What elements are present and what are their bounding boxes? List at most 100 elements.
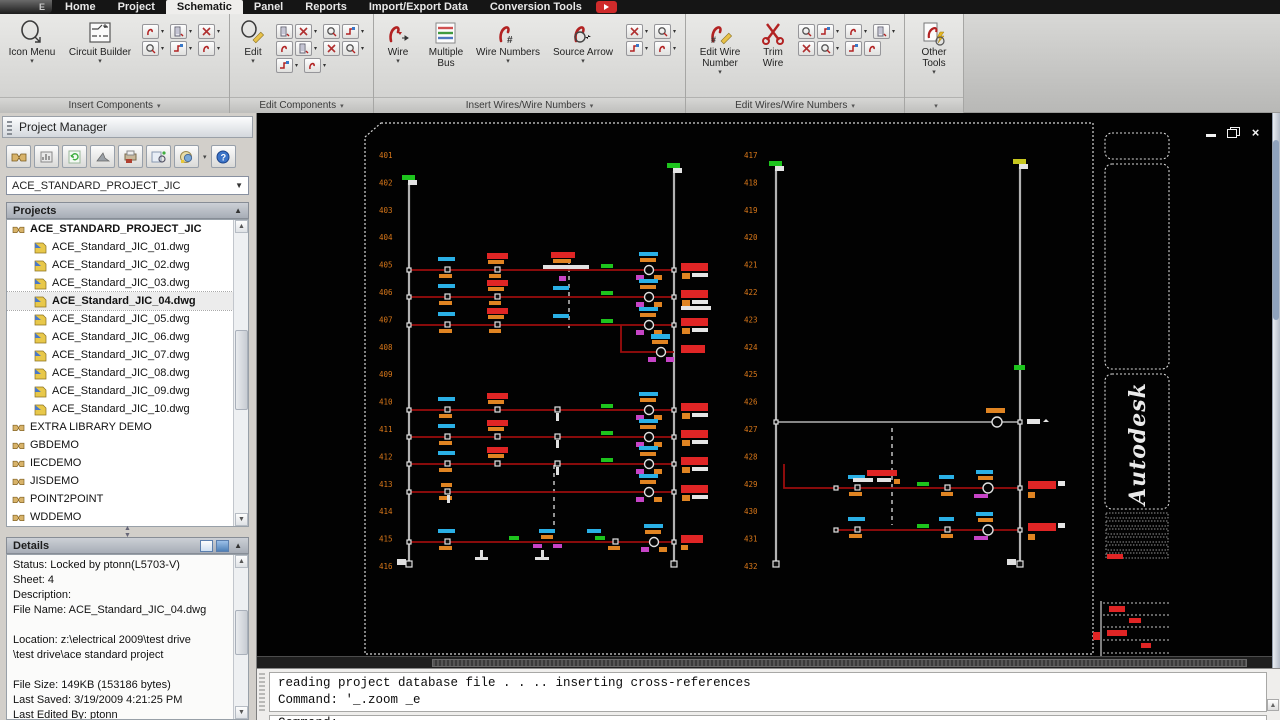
ribbon-group-label[interactable]: Edit Components ▾ (230, 97, 373, 113)
small-tool-button[interactable] (198, 24, 215, 39)
small-tool-button[interactable] (626, 24, 643, 39)
command-history[interactable]: reading project database file . . .. ins… (269, 672, 1267, 712)
details-preview-icon[interactable] (216, 539, 230, 552)
small-tool-button[interactable] (873, 24, 890, 39)
chevron-down-icon[interactable]: ▾ (189, 28, 196, 35)
ribbon-group-label[interactable]: Edit Wires/Wire Numbers ▾ (686, 97, 904, 113)
tree-scrollbar[interactable]: ▲ ▼ (233, 220, 248, 526)
chevron-down-icon[interactable]: ▾ (645, 28, 652, 35)
chevron-down-icon[interactable]: ▾ (203, 153, 207, 161)
collapse-arrow-icon[interactable]: ▲ (234, 206, 242, 215)
scrollbar-thumb[interactable] (1273, 140, 1279, 320)
tree-item-project[interactable]: EXTRA LIBRARY DEMO (7, 418, 233, 436)
trim-wire-button[interactable]: Trim Wire (751, 16, 795, 96)
project-button[interactable] (6, 145, 31, 168)
small-tool-button[interactable] (170, 24, 187, 39)
chevron-down-icon[interactable]: ▾ (673, 28, 680, 35)
small-tool-button[interactable] (864, 41, 881, 56)
chevron-down-icon[interactable]: ▾ (161, 28, 168, 35)
panel-splitter[interactable]: ▲ ▼ (6, 525, 249, 539)
details-section-header[interactable]: Details ▲ (6, 537, 249, 554)
command-input[interactable]: Command: (269, 715, 1267, 720)
scroll-up-icon[interactable]: ▲ (235, 220, 248, 233)
minimize-icon[interactable] (1205, 127, 1218, 138)
chevron-down-icon[interactable]: ▾ (864, 28, 871, 35)
tree-item-drawing[interactable]: ACE_Standard_JIC_02.dwg (7, 256, 233, 274)
chevron-down-icon[interactable]: ▾ (295, 62, 302, 69)
small-tool-button[interactable] (304, 58, 321, 73)
tab-import-export-data[interactable]: Import/Export Data (358, 0, 479, 14)
tree-item-project-root[interactable]: ACE_STANDARD_PROJECT_JIC (7, 220, 233, 238)
chevron-down-icon[interactable]: ▾ (673, 45, 680, 52)
tab-reports[interactable]: Reports (294, 0, 358, 14)
other-tools-button[interactable]: Other Tools ▾ (908, 16, 960, 96)
tab-home[interactable]: Home (54, 0, 107, 14)
ribbon-group-label[interactable]: Insert Components ▾ (0, 97, 229, 113)
tree-item-drawing[interactable]: ACE_Standard_JIC_03.dwg (7, 274, 233, 292)
chevron-down-icon[interactable]: ▾ (314, 45, 321, 52)
edit-button[interactable]: Edit ▾ (233, 16, 273, 96)
application-menu-button[interactable]: E (0, 0, 52, 14)
restore-icon[interactable] (1227, 127, 1240, 138)
source-arrow-button[interactable]: Source Arrow ▾ (543, 16, 623, 96)
scroll-down-icon[interactable]: ▼ (235, 706, 248, 719)
small-tool-button[interactable] (817, 24, 834, 39)
small-tool-button[interactable] (654, 24, 671, 39)
tab-conversion-tools[interactable]: Conversion Tools (479, 0, 593, 14)
edit-wire-number-button[interactable]: # Edit Wire Number ▾ (689, 16, 751, 96)
chevron-down-icon[interactable]: ▾ (161, 45, 168, 52)
tab-project[interactable]: Project (107, 0, 166, 14)
publish-button[interactable] (174, 145, 199, 168)
close-icon[interactable]: × (1249, 126, 1262, 139)
plot-button[interactable] (118, 145, 143, 168)
small-tool-button[interactable] (342, 24, 359, 39)
tree-item-project[interactable]: POINT2POINT (7, 490, 233, 508)
refresh-button[interactable] (62, 145, 87, 168)
tree-item-drawing[interactable]: ACE_Standard_JIC_08.dwg (7, 364, 233, 382)
small-tool-button[interactable] (323, 24, 340, 39)
projects-section-header[interactable]: Projects ▲ (6, 202, 249, 219)
small-tool-button[interactable] (626, 41, 643, 56)
chevron-down-icon[interactable]: ▾ (361, 28, 368, 35)
tree-item-drawing[interactable]: ACE_Standard_JIC_04.dwg (7, 291, 234, 311)
scrollbar-thumb[interactable] (235, 610, 248, 655)
chevron-down-icon[interactable]: ▾ (314, 28, 321, 35)
icon-menu-button[interactable]: Icon Menu ▾ (3, 16, 61, 96)
tree-item-drawing[interactable]: ACE_Standard_JIC_09.dwg (7, 382, 233, 400)
ribbon-group-label[interactable]: Insert Wires/Wire Numbers ▾ (374, 97, 685, 113)
small-tool-button[interactable] (798, 24, 815, 39)
small-tool-button[interactable] (276, 58, 293, 73)
chevron-down-icon[interactable]: ▾ (217, 45, 224, 52)
chevron-down-icon[interactable]: ▾ (836, 45, 843, 52)
drawing-canvas[interactable]: Autodesk 401 402 403 404 405 406 407 408 409 410 41… (257, 113, 1272, 656)
small-tool-button[interactable] (142, 41, 159, 56)
details-scrollbar[interactable]: ▲ ▼ (233, 555, 248, 719)
small-tool-button[interactable] (817, 41, 834, 56)
youtube-watermark-icon[interactable] (596, 1, 617, 13)
tab-panel[interactable]: Panel (243, 0, 294, 14)
command-grip-handle[interactable] (259, 673, 265, 713)
small-tool-button[interactable] (845, 41, 862, 56)
tree-item-project[interactable]: JISDEMO (7, 472, 233, 490)
small-tool-button[interactable] (342, 41, 359, 56)
pointer-button[interactable] (90, 145, 115, 168)
chevron-down-icon[interactable]: ▾ (836, 28, 843, 35)
ribbon-group-label[interactable]: ▾ (905, 97, 963, 113)
chevron-down-icon[interactable]: ▾ (361, 45, 368, 52)
tree-item-project[interactable]: GBDEMO (7, 436, 233, 454)
panel-grip-handle[interactable] (7, 121, 12, 135)
small-tool-button[interactable] (276, 41, 293, 56)
project-manager-titlebar[interactable]: Project Manager (2, 116, 253, 138)
chevron-down-icon[interactable]: ▾ (892, 28, 899, 35)
tab-schematic[interactable]: Schematic (165, 0, 243, 14)
small-tool-button[interactable] (295, 41, 312, 56)
small-tool-button[interactable] (323, 41, 340, 56)
small-tool-button[interactable] (142, 24, 159, 39)
chevron-down-icon[interactable]: ▾ (217, 28, 224, 35)
tree-item-drawing[interactable]: ACE_Standard_JIC_10.dwg (7, 400, 233, 418)
wire-button[interactable]: Wire ▾ (377, 16, 419, 96)
circuit-builder-button[interactable]: Circuit Builder ▾ (61, 16, 139, 96)
tree-item-drawing[interactable]: ACE_Standard_JIC_06.dwg (7, 328, 233, 346)
small-tool-button[interactable] (276, 24, 293, 39)
scroll-up-icon[interactable]: ▲ (235, 555, 248, 568)
